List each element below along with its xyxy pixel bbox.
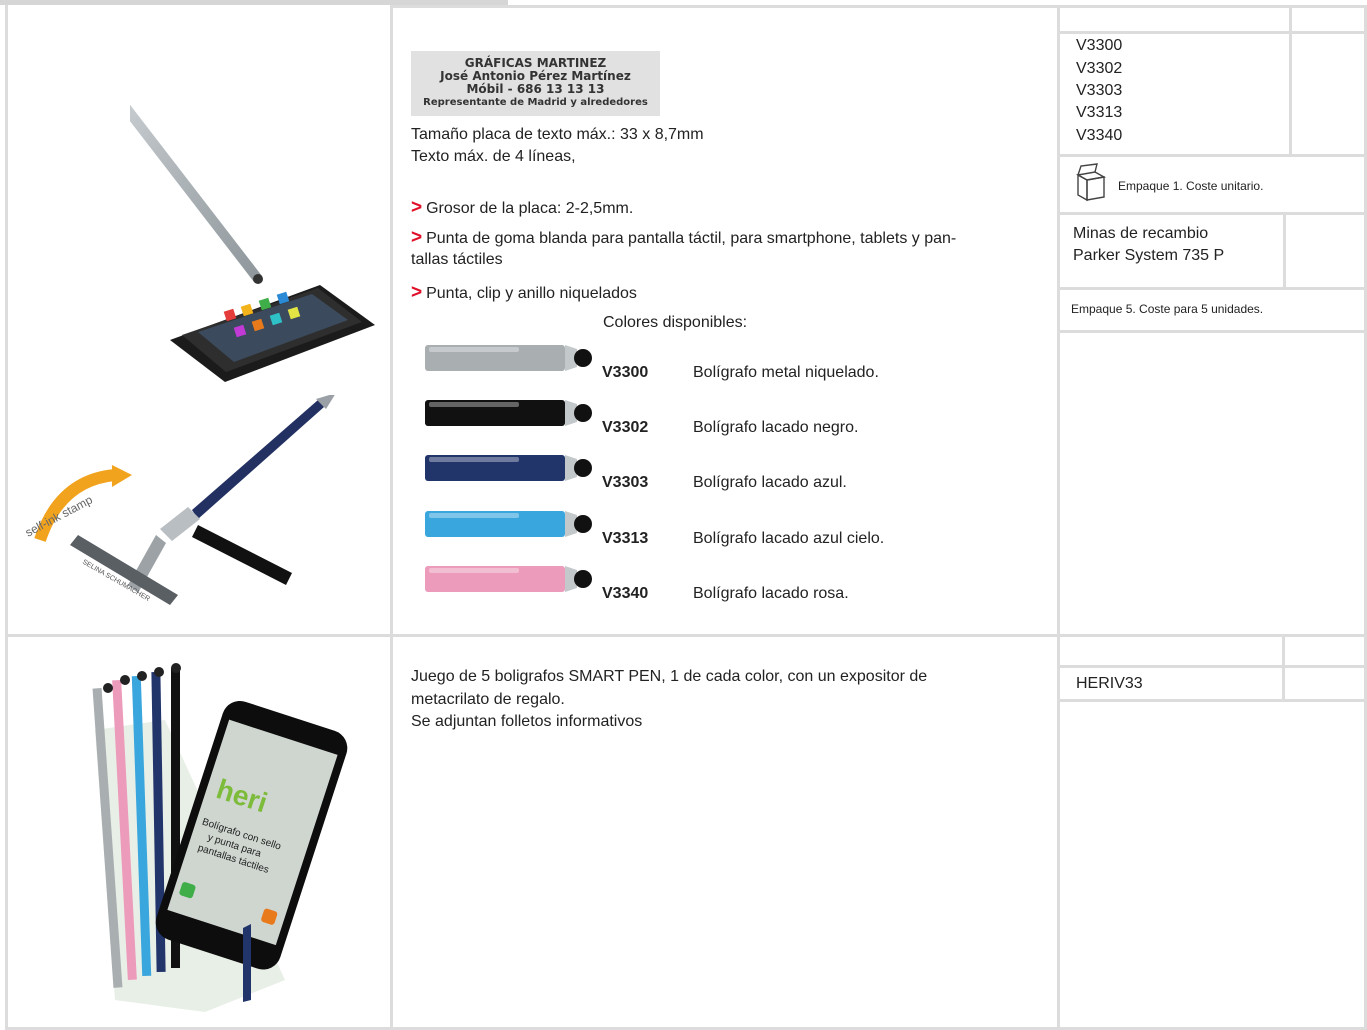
stamp-line: Móbil - 686 13 13 13 <box>466 82 605 96</box>
divider <box>5 634 1367 637</box>
divider <box>1282 634 1285 701</box>
variant-description: Bolígrafo metal niquelado. <box>693 364 879 381</box>
stamp-line: Representante de Madrid y alrededores <box>423 97 648 108</box>
divider <box>390 5 1367 8</box>
divider <box>1057 699 1367 702</box>
set-desc-line: Se adjuntan folletos informativos <box>411 713 643 730</box>
ref-code: V3300 <box>1076 37 1123 54</box>
bullet-marker: > <box>411 197 423 218</box>
divider <box>1057 31 1367 34</box>
set-desc-line: metacrilato de regalo. <box>411 691 565 708</box>
pen-smartphone-photo <box>52 14 380 382</box>
feature-bullet: > Grosor de la placa: 2-2,5mm. <box>411 197 633 220</box>
variant-description: Bolígrafo lacado negro. <box>693 419 859 436</box>
variant-code: V3300 <box>602 364 649 381</box>
divider <box>1057 5 1060 1030</box>
pen-swatch <box>425 507 600 541</box>
divider <box>390 5 393 1030</box>
bullet-text: Punta de goma blanda para pantalla tácti… <box>426 230 957 247</box>
divider <box>1057 665 1367 668</box>
divider <box>1057 154 1367 157</box>
divider <box>1057 212 1367 215</box>
divider <box>1283 212 1286 288</box>
bullet-text: Punta, clip y anillo niquelados <box>426 285 637 302</box>
feature-bullet: > Punta de goma blanda para pantalla táct… <box>411 227 1051 250</box>
box-icon <box>1075 163 1107 208</box>
pen-stamp-photo: self-ink stamp SELINA SCHUMACHER <box>20 393 370 627</box>
variant-code: V3303 <box>602 474 649 491</box>
ref-code: V3313 <box>1076 104 1123 121</box>
variant-code: V3340 <box>602 585 649 602</box>
variant-description: Bolígrafo lacado azul. <box>693 474 847 491</box>
pen-swatch <box>425 396 600 430</box>
variant-code: V3302 <box>602 419 649 436</box>
pack-note: Empaque 1. Coste unitario. <box>1118 179 1264 193</box>
spec-line: Tamaño placa de texto máx.: 33 x 8,7mm <box>411 126 704 143</box>
refill-line: Parker System 735 P <box>1073 247 1225 264</box>
divider <box>1289 5 1292 155</box>
pen-swatch <box>425 341 600 375</box>
stamp-text-sample: GRÁFICAS MARTINEZ José Antonio Pérez Mar… <box>411 51 660 116</box>
ref-code: HERIV33 <box>1076 675 1143 692</box>
variant-code: V3313 <box>602 530 649 547</box>
bullet-text: Grosor de la placa: 2-2,5mm. <box>426 200 634 217</box>
ref-code: V3302 <box>1076 60 1123 77</box>
colors-heading: Colores disponibles: <box>603 314 748 331</box>
bullet-marker: > <box>411 282 423 303</box>
divider <box>5 5 8 1030</box>
pen-swatch <box>425 562 600 596</box>
feature-bullet-continuation: tallas táctiles <box>411 251 503 268</box>
ref-code: V3340 <box>1076 127 1123 144</box>
set-desc-line: Juego de 5 boligrafos SMART PEN, 1 de ca… <box>411 668 928 685</box>
spec-line: Texto máx. de 4 líneas, <box>411 148 576 165</box>
refill-line: Minas de recambio <box>1073 225 1209 242</box>
divider <box>1057 287 1367 290</box>
variant-description: Bolígrafo lacado rosa. <box>693 585 849 602</box>
display-set-photo: heri Bolígrafo con sello y punta para pa… <box>75 650 370 1015</box>
divider <box>1057 330 1367 333</box>
pack5-note: Empaque 5. Coste para 5 unidades. <box>1071 302 1264 316</box>
bullet-marker: > <box>411 227 423 248</box>
ref-code: V3303 <box>1076 82 1123 99</box>
variant-description: Bolígrafo lacado azul cielo. <box>693 530 885 547</box>
feature-bullet: > Punta, clip y anillo niquelados <box>411 282 637 305</box>
pen-swatch <box>425 451 600 485</box>
